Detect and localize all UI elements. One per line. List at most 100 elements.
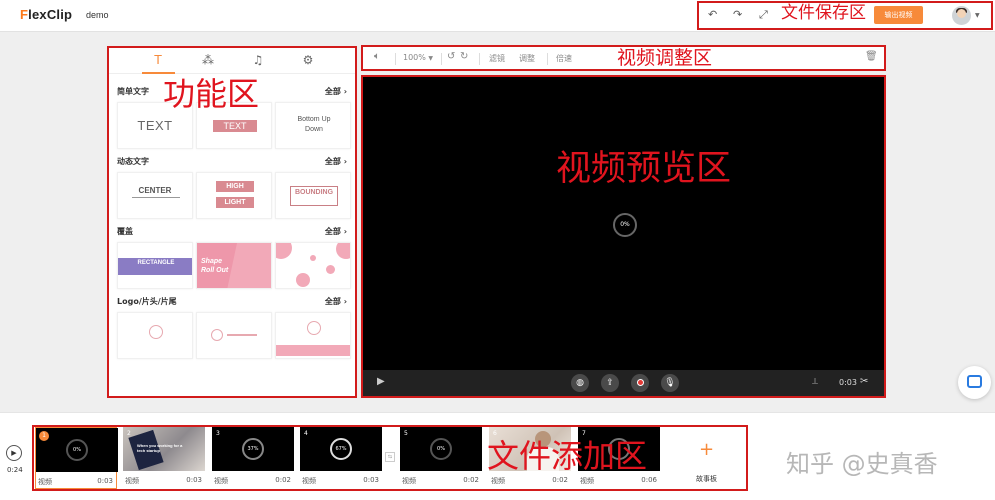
toolbar-divider <box>547 53 548 65</box>
trash-icon[interactable]: 🗑︎ <box>865 51 878 62</box>
timeline-clip[interactable]: When you working for a tech startup 2 视频… <box>123 427 205 489</box>
clip-duration: 0:02 <box>275 476 291 484</box>
storyboard-label: 故事板 <box>696 475 717 483</box>
clip-progress: 67% <box>330 438 352 460</box>
add-zone-label: 文件添加区 <box>487 437 648 475</box>
cut-icon[interactable]: ⟂ <box>812 377 818 387</box>
timeline-clip[interactable]: 1 0% 视频 0:03 <box>35 427 118 489</box>
chevron-down-icon[interactable]: ▼ <box>975 12 980 19</box>
watermark: 知乎 @史真香 <box>786 450 938 478</box>
card-text: Shape Roll Out <box>201 258 229 274</box>
mic-icon[interactable]: 🎙︎ <box>661 374 679 392</box>
clip-duration: 0:06 <box>641 476 657 484</box>
logo-text: lexClip <box>28 7 73 22</box>
section-title-overlay: 覆盖 <box>117 227 133 236</box>
video-preview[interactable]: 0% ▶ ◍ ⇪ 🎙︎ ⟂ 0:03 ✂ <box>361 75 886 398</box>
clip-duration: 0:03 <box>97 477 113 485</box>
timeline-total-time: 0:24 <box>7 466 23 474</box>
card-dot <box>310 255 316 261</box>
plus-icon: + <box>698 439 715 460</box>
template-card[interactable]: Shape Roll Out <box>196 242 272 289</box>
see-all-link[interactable]: 全部 › <box>325 156 347 167</box>
template-card[interactable]: BOUNDING <box>275 172 351 219</box>
template-card[interactable] <box>117 312 193 359</box>
section-title-simple-text: 简单文字 <box>117 87 149 96</box>
timeline-clip[interactable]: 3 37% 视频 0:02 <box>212 427 294 489</box>
avatar-face <box>957 9 966 18</box>
filter-button[interactable]: 滤镜 <box>489 53 505 64</box>
elements-icon[interactable]: ⁂ <box>193 53 223 67</box>
see-all-link[interactable]: 全部 › <box>325 296 347 307</box>
timeline-clip[interactable]: 5 0% 视频 0:02 <box>400 427 482 489</box>
card-rule <box>132 197 180 198</box>
template-card[interactable]: Bottom Up Down <box>275 102 351 149</box>
template-card[interactable]: RECTANGLE <box>117 242 193 289</box>
play-icon[interactable]: ▶ <box>377 376 385 387</box>
toolbar-divider <box>395 53 396 65</box>
card-text: CENTER <box>138 186 172 195</box>
card-text: HIGH <box>216 181 254 192</box>
scissors-icon[interactable]: ✂ <box>860 376 868 387</box>
template-card[interactable]: CENTER <box>117 172 193 219</box>
card-dot <box>336 243 350 259</box>
logo-placeholder <box>307 321 321 335</box>
logo-text-placeholder <box>227 334 257 336</box>
clip-duration: 0:03 <box>186 476 202 484</box>
clip-number: 7 <box>582 430 586 437</box>
preview-controls: ▶ ◍ ⇪ 🎙︎ ⟂ 0:03 ✂ <box>363 370 884 396</box>
loading-progress: 0% <box>613 213 637 237</box>
preview-zone-label: 视频预览区 <box>556 149 732 189</box>
preview-time: 0:03 <box>839 378 857 387</box>
app-logo[interactable]: FlexClip <box>20 7 72 22</box>
template-card[interactable] <box>196 312 272 359</box>
settings-icon[interactable]: ⚙ <box>293 53 323 67</box>
music-icon[interactable]: ♫ <box>243 53 273 67</box>
card-dot <box>276 243 292 259</box>
user-avatar[interactable] <box>952 6 971 25</box>
clip-thumbnail: 5 0% <box>400 427 482 471</box>
clip-number: 4 <box>304 430 308 437</box>
adjust-zone-label: 视频调整区 <box>617 47 713 69</box>
undo-icon[interactable]: ↶ <box>708 8 717 21</box>
see-all-link[interactable]: 全部 › <box>325 226 347 237</box>
export-video-button[interactable]: 输出视频 <box>874 6 923 24</box>
template-card[interactable] <box>275 312 351 359</box>
volume-icon[interactable]: 🔈︎ <box>374 51 380 62</box>
text-icon[interactable]: T <box>143 53 173 67</box>
adjust-button[interactable]: 调整 <box>519 53 535 64</box>
project-name[interactable]: demo <box>86 10 109 20</box>
zoom-select[interactable]: 100% ▼ <box>403 53 433 62</box>
template-card[interactable]: HIGH LIGHT <box>196 172 272 219</box>
clip-thumbnail: 3 37% <box>212 427 294 471</box>
speed-button[interactable]: 倍速 <box>556 53 572 64</box>
upload-icon[interactable]: ⇪ <box>601 374 619 392</box>
clip-number: 3 <box>216 430 220 437</box>
clip-label: 视频 <box>214 477 228 485</box>
redo-icon[interactable]: ↷ <box>733 8 742 21</box>
record-dot <box>636 379 644 386</box>
help-chat-icon[interactable] <box>958 366 991 399</box>
card-text: TEXT <box>213 120 257 132</box>
rotate-right-icon[interactable]: ↻ <box>460 51 468 62</box>
see-all-link[interactable]: 全部 › <box>325 86 347 97</box>
logo-placeholder <box>211 329 223 341</box>
clip-duration: 0:02 <box>463 476 479 484</box>
record-icon[interactable] <box>631 374 649 392</box>
rotate-left-icon[interactable]: ↺ <box>447 51 455 62</box>
chevron-down-icon: ▼ <box>428 55 434 62</box>
storyboard-button[interactable]: + 故事板 <box>667 427 746 489</box>
timeline-clip[interactable]: 4 67% 视频 0:03 <box>300 427 382 489</box>
active-tab-indicator <box>142 72 175 74</box>
clip-progress: 0% <box>66 439 88 461</box>
fullscreen-icon[interactable]: ⤢ <box>759 8 768 22</box>
clip-duration: 0:03 <box>363 476 379 484</box>
toolbar-divider <box>479 53 480 65</box>
chat-bubble-shape <box>967 375 982 388</box>
template-card[interactable] <box>275 242 351 289</box>
clip-overlay-text: When you working for a tech startup <box>137 443 183 453</box>
transition-icon[interactable]: ⇆ <box>385 452 395 462</box>
clip-label: 视频 <box>125 477 139 485</box>
clip-number: 5 <box>404 430 408 437</box>
globe-icon[interactable]: ◍ <box>571 374 589 392</box>
timeline-play-icon[interactable]: ▶ <box>6 445 22 461</box>
